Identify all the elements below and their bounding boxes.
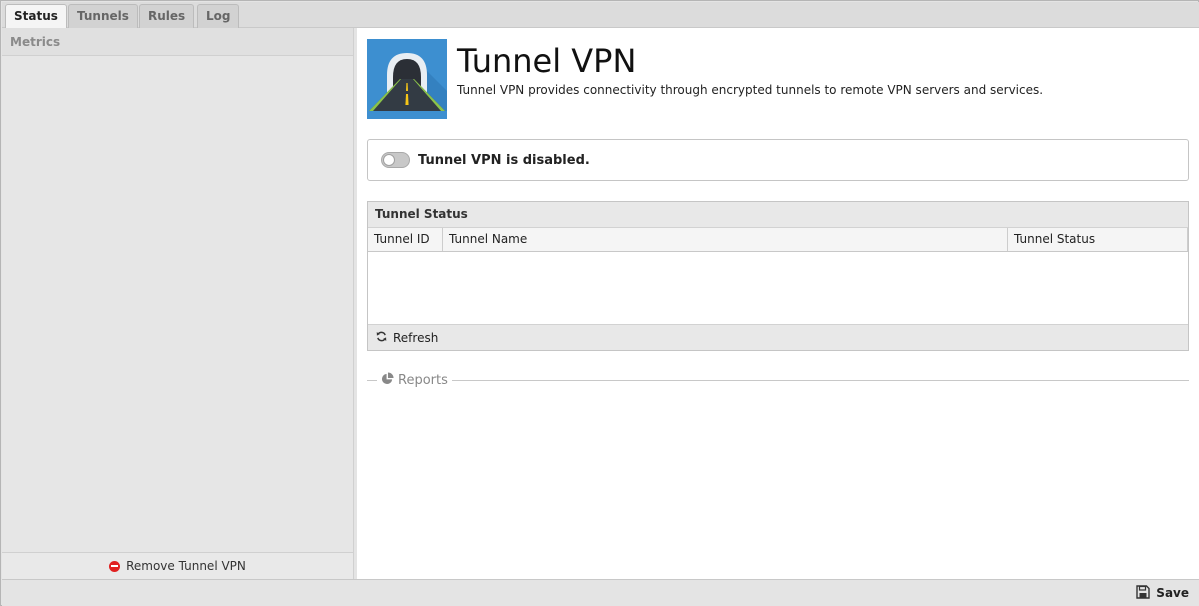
main-panel: Tunnel VPN Tunnel VPN provides connectiv… — [357, 28, 1199, 579]
grid-toolbar: Refresh — [368, 324, 1188, 350]
tab-rules[interactable]: Rules — [139, 4, 195, 28]
pie-chart-icon — [381, 371, 394, 389]
refresh-button[interactable]: Refresh — [376, 331, 438, 345]
remove-icon — [109, 560, 121, 572]
grid-header: Tunnel ID Tunnel Name Tunnel Status — [368, 228, 1188, 252]
bottom-toolbar: Save — [2, 579, 1199, 606]
grid-body — [368, 252, 1188, 324]
column-tunnel-id[interactable]: Tunnel ID — [368, 228, 443, 251]
grid-title: Tunnel Status — [368, 202, 1188, 228]
app-window: Status Tunnels Rules Log Metrics Remove … — [0, 0, 1199, 606]
app-description: Tunnel VPN provides connectivity through… — [457, 83, 1044, 97]
metrics-panel: Metrics Remove Tunnel VPN — [2, 28, 354, 579]
remove-app-label: Remove Tunnel VPN — [126, 559, 246, 573]
reports-legend: Reports — [377, 371, 452, 389]
save-button[interactable]: Save — [1136, 584, 1189, 602]
column-tunnel-name[interactable]: Tunnel Name — [443, 228, 1008, 251]
metrics-title: Metrics — [2, 28, 353, 56]
save-label: Save — [1156, 586, 1189, 600]
tab-bar: Status Tunnels Rules Log — [2, 2, 1199, 29]
divider — [451, 379, 1189, 381]
column-tunnel-status[interactable]: Tunnel Status — [1008, 228, 1188, 251]
toggle-knob — [383, 154, 395, 166]
tunnel-status-grid: Tunnel Status Tunnel ID Tunnel Name Tunn… — [367, 201, 1189, 351]
remove-app-button[interactable]: Remove Tunnel VPN — [2, 552, 353, 579]
enable-toggle[interactable] — [381, 152, 410, 168]
tunnel-road-icon — [367, 39, 447, 119]
page-title: Tunnel VPN — [457, 42, 637, 80]
refresh-label: Refresh — [393, 330, 439, 345]
floppy-disk-icon — [1136, 584, 1150, 602]
tab-tunnels[interactable]: Tunnels — [68, 4, 138, 28]
status-text: Tunnel VPN is disabled. — [418, 152, 590, 168]
reports-label: Reports — [398, 372, 448, 388]
refresh-icon — [376, 331, 387, 345]
tab-status[interactable]: Status — [5, 4, 67, 29]
tab-log[interactable]: Log — [197, 4, 240, 28]
status-panel: Tunnel VPN is disabled. — [367, 139, 1189, 181]
reports-section: Reports — [367, 371, 1189, 389]
divider — [367, 379, 377, 381]
